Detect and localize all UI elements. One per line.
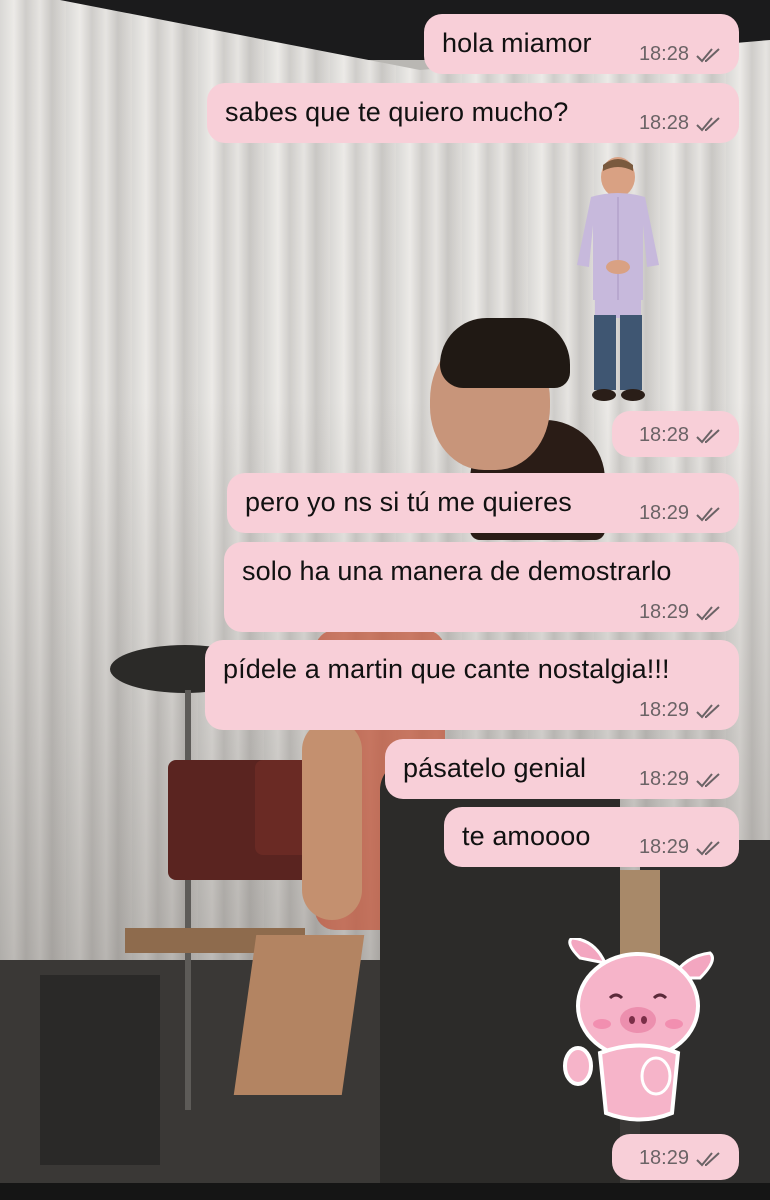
double-check-icon bbox=[695, 839, 723, 857]
pig-waving-sticker[interactable] bbox=[560, 936, 720, 1128]
message-meta: 18:29 bbox=[639, 836, 723, 859]
message-text: pídele a martin que cante nostalgia!!! bbox=[223, 654, 670, 684]
message-meta: 18:29 bbox=[639, 502, 723, 525]
message-time: 18:29 bbox=[638, 836, 689, 858]
message-time: 18:28 bbox=[638, 424, 689, 446]
message-meta: 18:28 bbox=[639, 424, 723, 447]
message-meta: 18:28 bbox=[639, 43, 723, 66]
message-meta: 18:28 bbox=[639, 112, 723, 135]
message-time: 18:29 bbox=[638, 1147, 689, 1169]
message-time: 18:28 bbox=[638, 112, 689, 134]
double-check-icon bbox=[695, 46, 723, 64]
message-meta: 18:29 bbox=[639, 1147, 723, 1170]
message-bubble[interactable]: pásatelo genial 18:29 bbox=[385, 739, 739, 799]
message-text: hola miamor bbox=[442, 28, 592, 58]
message-bubble[interactable]: 18:28 bbox=[612, 411, 739, 457]
message-bubble[interactable]: sabes que te quiero mucho? 18:28 bbox=[207, 83, 739, 143]
double-check-icon bbox=[695, 505, 723, 523]
double-check-icon bbox=[695, 1150, 723, 1168]
message-time: 18:29 bbox=[638, 601, 689, 623]
message-bubble[interactable]: solo ha una manera de demostrarlo 18:29 bbox=[224, 542, 739, 632]
message-text: te amoooo bbox=[462, 821, 591, 851]
message-time: 18:28 bbox=[638, 43, 689, 65]
message-time: 18:29 bbox=[638, 502, 689, 524]
message-bubble[interactable]: 18:29 bbox=[612, 1134, 739, 1180]
message-meta: 18:29 bbox=[639, 601, 723, 624]
message-text: sabes que te quiero mucho? bbox=[225, 97, 569, 127]
double-check-icon bbox=[695, 771, 723, 789]
double-check-icon bbox=[695, 427, 723, 445]
message-bubble[interactable]: hola miamor 18:28 bbox=[424, 14, 739, 74]
message-meta: 18:29 bbox=[639, 699, 723, 722]
message-meta: 18:29 bbox=[639, 768, 723, 791]
message-time: 18:29 bbox=[638, 768, 689, 790]
message-text: pero yo ns si tú me quieres bbox=[245, 487, 572, 517]
message-time: 18:29 bbox=[638, 699, 689, 721]
double-check-icon bbox=[695, 604, 723, 622]
chat-thread[interactable]: hola miamor 18:28 sabes que te quiero mu… bbox=[0, 0, 770, 1200]
message-bubble[interactable]: pídele a martin que cante nostalgia!!! 1… bbox=[205, 640, 739, 730]
message-bubble[interactable]: pero yo ns si tú me quieres 18:29 bbox=[227, 473, 739, 533]
message-bubble[interactable]: te amoooo 18:29 bbox=[444, 807, 739, 867]
message-text: solo ha una manera de demostrarlo bbox=[242, 556, 672, 586]
message-text: pásatelo genial bbox=[403, 753, 587, 783]
double-check-icon bbox=[695, 115, 723, 133]
double-check-icon bbox=[695, 702, 723, 720]
man-standing-sticker[interactable] bbox=[573, 155, 663, 405]
